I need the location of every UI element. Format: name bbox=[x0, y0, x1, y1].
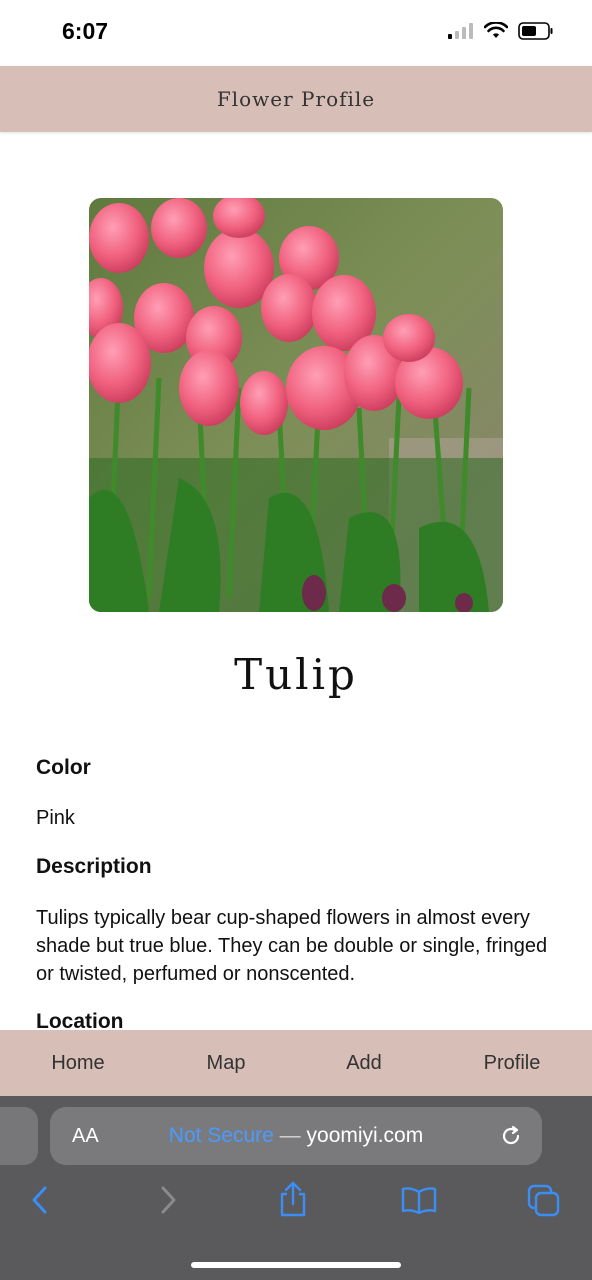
url-separator: — bbox=[273, 1124, 307, 1147]
url-domain: yoomiyi.com bbox=[306, 1124, 424, 1147]
wifi-icon bbox=[484, 22, 508, 38]
bookmarks-icon[interactable] bbox=[401, 1186, 437, 1214]
home-indicator bbox=[191, 1262, 401, 1268]
url-display[interactable]: Not Secure — yoomiyi.com bbox=[50, 1124, 542, 1148]
status-bar: 6:07 bbox=[0, 0, 592, 66]
page-title: Flower Profile bbox=[216, 87, 376, 111]
description-value: Tulips typically bear cup-shaped flowers… bbox=[36, 907, 548, 985]
cellular-signal-icon bbox=[448, 23, 473, 39]
status-time: 6:07 bbox=[62, 18, 109, 44]
app-header: Flower Profile bbox=[0, 66, 592, 132]
browser-toolbar: AA Not Secure — yoomiyi.com bbox=[0, 1096, 592, 1280]
address-bar[interactable]: AA Not Secure — yoomiyi.com bbox=[50, 1107, 542, 1165]
nav-add[interactable]: Add bbox=[346, 1052, 382, 1075]
flower-name: Tulip bbox=[234, 650, 358, 699]
color-value: Pink bbox=[36, 807, 75, 829]
color-heading: Color bbox=[36, 756, 91, 779]
not-secure-label: Not Secure bbox=[168, 1124, 274, 1147]
share-icon[interactable] bbox=[278, 1180, 308, 1218]
tabs-icon[interactable] bbox=[527, 1184, 561, 1218]
reload-icon[interactable] bbox=[498, 1123, 524, 1149]
nav-map[interactable]: Map bbox=[207, 1052, 246, 1075]
status-icons bbox=[448, 22, 554, 40]
tulip-photo bbox=[89, 198, 503, 612]
nav-profile[interactable]: Profile bbox=[484, 1052, 541, 1075]
nav-home[interactable]: Home bbox=[51, 1052, 104, 1075]
bottom-nav: Home Map Add Profile bbox=[0, 1030, 592, 1096]
previous-tab-stub[interactable] bbox=[0, 1107, 38, 1165]
description-heading: Description bbox=[36, 855, 152, 878]
battery-icon bbox=[518, 22, 553, 40]
forward-icon[interactable] bbox=[156, 1184, 180, 1216]
back-icon[interactable] bbox=[28, 1184, 52, 1216]
